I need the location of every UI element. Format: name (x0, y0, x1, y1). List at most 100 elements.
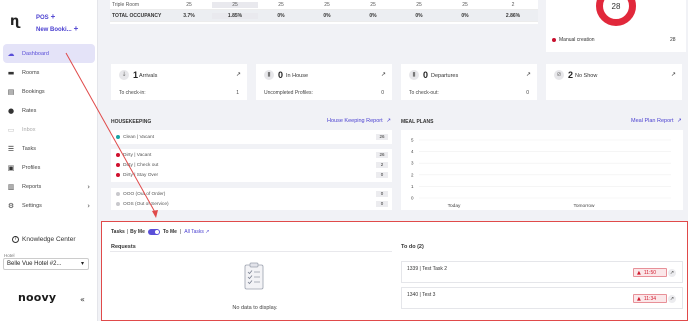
to-me-label: To Me (162, 229, 177, 235)
stat-sub-value: 0 (381, 90, 384, 96)
arrow-up-right-icon[interactable]: ↗ (668, 295, 676, 303)
housekeeping-report-link[interactable]: House Keeping Report ↗ (327, 118, 391, 124)
y-tick-label: 2 (411, 172, 414, 177)
dropdown-arrow-icon: ▾ (80, 260, 84, 267)
stat-number: 2 (568, 70, 574, 80)
arrivals-card[interactable]: ↓ 1 Arrivals ↗ To check-in: 1 (111, 64, 247, 100)
arrow-up-right-icon[interactable]: ↗ (668, 269, 676, 277)
arrow-up-right-icon[interactable]: ↗ (236, 71, 241, 78)
sidebar-item-label: Dashboard (22, 50, 49, 57)
table-cell: 25 (278, 1, 284, 8)
hotel-select-value: Belle Vue Hotel #2... (7, 261, 62, 267)
separator: | (126, 229, 129, 235)
sidebar-item-inbox[interactable]: ▭ Inbox (0, 120, 98, 139)
bed-icon: ▬ (7, 68, 15, 77)
row-value: 26 (376, 134, 388, 140)
arrow-up-right-icon[interactable]: ↗ (526, 71, 531, 78)
sidebar-item-bookings[interactable]: ▤ Bookings (0, 82, 98, 101)
todo-title: To do (2) (401, 244, 424, 250)
sidebar-item-label: Rates (22, 107, 37, 114)
stat-title: No Show (575, 73, 598, 79)
arrow-up-right-icon[interactable]: ↗ (381, 71, 386, 78)
table-cell: 0% (415, 12, 423, 19)
legend-label: Manual creation (559, 37, 595, 43)
table-cell: 25 (212, 1, 258, 8)
table-cell: 0% (323, 12, 331, 19)
x-tick-label: Today (448, 203, 461, 209)
table-cell: 25 (370, 1, 376, 8)
status-dot (116, 163, 120, 167)
row-label: Dirty | Stay Over (123, 172, 159, 178)
sidebar-item-label: Rooms (22, 69, 40, 76)
y-tick-label: 4 (411, 149, 414, 154)
knowledge-center-link[interactable]: ? Knowledge Center (12, 236, 75, 243)
no-show-card[interactable]: ⊘ 2 No Show ↗ (546, 64, 682, 100)
sidebar-item-reports[interactable]: ▥ Reports › (0, 177, 98, 196)
collapse-sidebar-icon[interactable]: « (80, 295, 85, 304)
stat-sub-value: 1 (236, 90, 239, 96)
task-due-time: 11:50 (643, 270, 657, 276)
legend-dot (552, 38, 556, 42)
in-house-icon: ▮ (264, 70, 274, 80)
departures-card[interactable]: ▮ 0 Departures ↗ To check-out: 0 (401, 64, 537, 100)
list-item: OOO (Out of Order) 0 (111, 189, 392, 199)
row-label: TOTAL OCCUPANCY (112, 12, 162, 19)
stat-sub-value: 0 (526, 90, 529, 96)
stat-sub-label: To check-in: (119, 90, 146, 96)
new-booking-label: New Booki... (36, 27, 72, 33)
arrow-up-right-icon: ↗ (386, 118, 391, 124)
stat-title: Departures (431, 73, 459, 79)
row-value: 26 (376, 152, 388, 158)
sidebar-item-label: Tasks (22, 145, 37, 152)
row-label: Dirty | Vacant (123, 152, 152, 158)
pos-button[interactable]: POS + (36, 12, 55, 21)
in-house-card[interactable]: ▮ 0 In House ↗ Uncompleted Profiles: 0 (256, 64, 392, 100)
row-value: 0 (376, 172, 388, 178)
row-value: 2 (376, 162, 388, 168)
task-due-badge: ▲ 11:34 (633, 294, 667, 303)
y-tick-label: 5 (411, 138, 414, 143)
status-dot (116, 202, 120, 206)
sidebar-item-label: Settings (22, 202, 42, 209)
warning-icon: ▲ (637, 270, 641, 276)
logo-icon[interactable]: ɳ (10, 14, 24, 29)
meal-plan-report-link[interactable]: Meal Plan Report ↗ (631, 118, 682, 124)
housekeeping-group: OOO (Out of Order) 0 OOS (Out of Service… (111, 188, 392, 210)
status-dot (116, 192, 120, 196)
sidebar-item-rates[interactable]: ● Rates (0, 101, 98, 120)
task-title: 1339 | Test Task 2 (407, 266, 448, 272)
hotel-select[interactable]: Belle Vue Hotel #2... ▾ (3, 258, 89, 270)
table-cell: 25 (462, 1, 468, 8)
sidebar-item-profiles[interactable]: ▣ Profiles (0, 158, 98, 177)
arrow-up-right-icon[interactable]: ↗ (671, 71, 676, 78)
pos-label: POS (36, 15, 49, 21)
task-card[interactable]: 1340 | Test 3 ▲ 11:34 ↗ (401, 287, 683, 309)
book-icon: ▤ (7, 87, 15, 96)
meal-plan-report-label: Meal Plan Report (631, 118, 674, 124)
sidebar-item-tasks[interactable]: ☰ Tasks (0, 139, 98, 158)
table-cell: 25 (186, 1, 192, 8)
status-dot (116, 153, 120, 157)
plus-icon: + (50, 12, 56, 21)
all-tasks-link[interactable]: All Tasks ↗ (184, 229, 209, 235)
dollar-icon: ● (7, 106, 15, 115)
sidebar-item-rooms[interactable]: ▬ Rooms (0, 63, 98, 82)
occupancy-table: Triple Room 25 25 25 25 25 25 25 2 TOTAL… (110, 0, 538, 24)
task-card[interactable]: 1339 | Test Task 2 ▲ 11:50 ↗ (401, 261, 683, 283)
by-me-to-me-toggle[interactable] (147, 229, 160, 235)
sidebar: ɳ POS + New Booki... + ☁ Dashboard ▬ Rooms… (0, 0, 98, 321)
tasks-filter: Tasks | By Me To Me | All Tasks ↗ (111, 229, 209, 235)
status-dot (116, 135, 120, 139)
task-due-badge: ▲ 11:50 (633, 268, 667, 277)
y-tick-label: 3 (411, 161, 414, 166)
sidebar-item-settings[interactable]: ⚙ Settings › (0, 196, 98, 215)
chevron-right-icon: › (87, 201, 90, 210)
stat-sub-label: Uncompleted Profiles: (264, 90, 313, 96)
task-title: 1340 | Test 3 (407, 292, 436, 298)
sidebar-item-label: Bookings (22, 88, 45, 95)
legend-value: 28 (670, 37, 676, 43)
sidebar-item-dashboard[interactable]: ☁ Dashboard (3, 44, 95, 63)
chevron-right-icon: › (87, 182, 90, 191)
new-booking-button[interactable]: New Booki... + (36, 24, 78, 33)
table-cell: 0% (461, 12, 469, 19)
